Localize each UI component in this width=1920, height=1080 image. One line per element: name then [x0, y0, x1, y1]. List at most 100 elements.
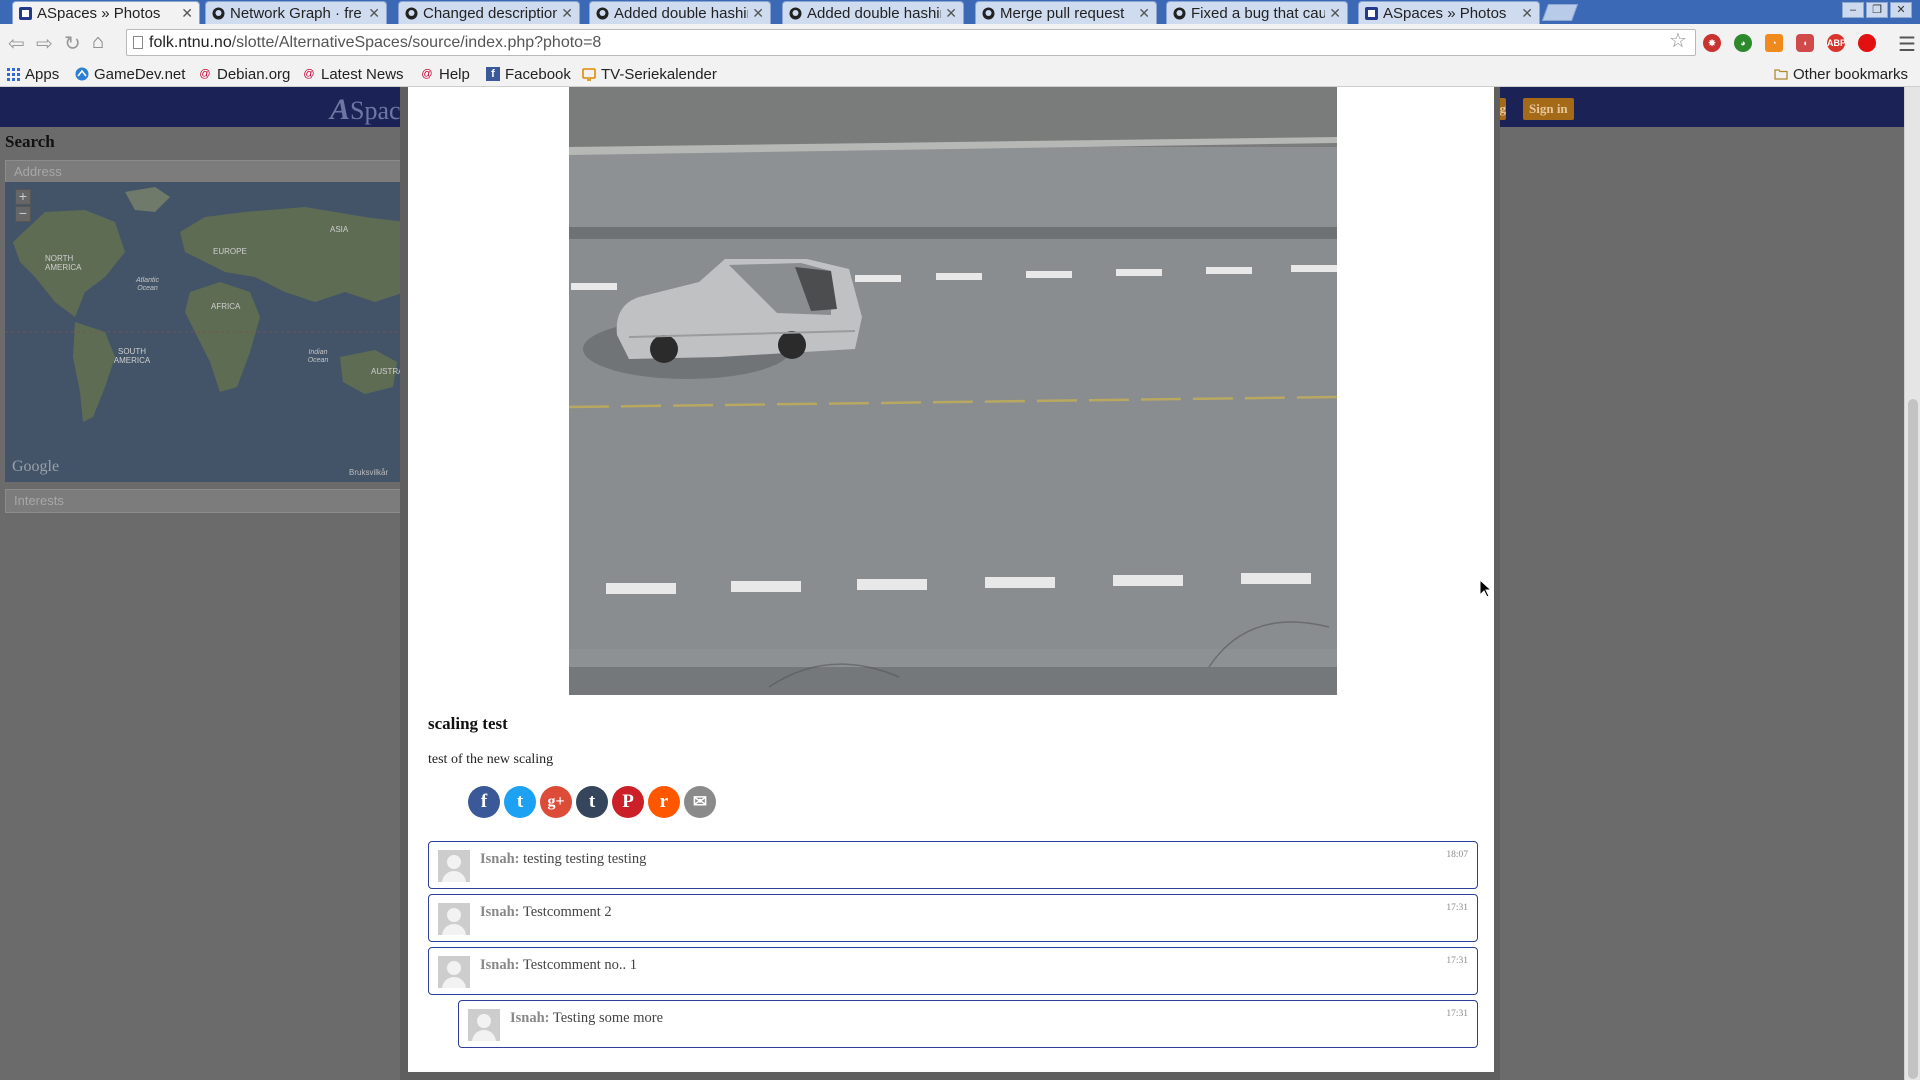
zoom-in-button[interactable]: + [15, 189, 31, 205]
close-icon[interactable]: ✕ [1329, 5, 1341, 22]
restore-window-button[interactable]: ❐ [1866, 2, 1888, 18]
facebook-share-icon[interactable]: f [468, 786, 500, 818]
tab-title: Added double hashir [614, 4, 749, 22]
bookmark-label: Help [439, 65, 470, 83]
bookmark-gamedev[interactable]: GameDev.net [75, 64, 185, 84]
bookmark-latest-news[interactable]: @ Latest News [302, 64, 403, 84]
tab-title: ASpaces » Photos [37, 4, 161, 22]
bookmark-debian[interactable]: @ Debian.org [198, 64, 290, 84]
tumblr-share-icon[interactable]: t [576, 786, 608, 818]
tab-network-graph[interactable]: Network Graph · fre ✕ [205, 1, 387, 24]
tv-icon [582, 67, 596, 81]
scrollbar-thumb[interactable] [1908, 399, 1918, 1079]
tab-aspaces-photos-2[interactable]: ASpaces » Photos ✕ [1358, 1, 1540, 24]
web-page: ASpac g Sign in Search Address NORTH AME… [0, 87, 1920, 1080]
pinterest-share-icon[interactable]: P [612, 786, 644, 818]
search-heading: Search [5, 132, 55, 151]
bookmark-tv-seriekalender[interactable]: TV-Seriekalender [582, 64, 717, 84]
red-dot-icon[interactable] [1858, 34, 1876, 52]
folder-icon [1774, 67, 1788, 81]
github-icon [596, 7, 609, 20]
forward-arrow-icon[interactable]: ⇨ [36, 31, 53, 56]
map-label-north-america: NORTH AMERICA [45, 254, 82, 272]
rss-icon[interactable]: ◔ [1765, 34, 1783, 52]
minimize-window-button[interactable]: – [1842, 2, 1864, 18]
comment-author[interactable]: Isnah: [480, 904, 520, 920]
bookmark-facebook[interactable]: f Facebook [486, 64, 571, 84]
reddit-share-icon[interactable]: r [648, 786, 680, 818]
home-icon[interactable]: ⌂ [92, 31, 104, 54]
tab-title: Merge pull request [1000, 4, 1125, 22]
gear-extension-icon[interactable]: ✸ [1703, 34, 1721, 52]
close-icon[interactable]: ✕ [945, 5, 957, 22]
comment-author[interactable]: Isnah: [480, 957, 520, 973]
photo-title: scaling test [428, 714, 508, 733]
avatar [438, 850, 470, 882]
back-arrow-icon[interactable]: ⇦ [8, 31, 25, 56]
tab-aspaces-photos[interactable]: ASpaces » Photos ✕ [12, 1, 200, 24]
logo-initial: A [330, 93, 351, 126]
bookmark-help[interactable]: @ Help [420, 64, 470, 84]
hamburger-menu-icon[interactable]: ☰ [1898, 32, 1916, 57]
map-label-europe: EUROPE [213, 247, 247, 256]
gamedev-icon [75, 67, 89, 81]
tab-merge-pull-request[interactable]: Merge pull request ✕ [975, 1, 1157, 24]
comment-text: Testing some more [552, 1010, 664, 1026]
url-host: folk.ntnu.no [149, 34, 232, 51]
browser-toolbar: ⇦ ⇨ ↻ ⌂ folk.ntnu.no/slotte/AlternativeS… [0, 24, 1920, 62]
comment-body: Isnah: Testcomment no.. 1 [480, 957, 637, 974]
site-logo[interactable]: ASpac [330, 93, 401, 127]
close-icon[interactable]: ✕ [181, 5, 193, 22]
comment-text: Testcomment 2 [522, 904, 612, 920]
close-icon[interactable]: ✕ [1138, 5, 1150, 22]
debian-icon: @ [303, 68, 315, 80]
other-bookmarks[interactable]: Other bookmarks [1774, 64, 1908, 84]
tab-added-double-hashing-2[interactable]: Added double hashir ✕ [782, 1, 964, 24]
tab-title: Network Graph · fre [230, 4, 362, 22]
comment-author[interactable]: Isnah: [480, 851, 520, 867]
google-plus-share-icon[interactable]: g+ [540, 786, 572, 818]
facebook-icon: f [486, 67, 500, 81]
bookmark-star-icon[interactable]: ☆ [1669, 28, 1687, 53]
comment-time: 17:31 [1446, 956, 1468, 966]
tab-title: Fixed a bug that caus [1191, 4, 1326, 22]
page-scrollbar[interactable] [1904, 87, 1920, 1080]
sign-in-button[interactable]: Sign in [1523, 98, 1574, 120]
close-icon[interactable]: ✕ [561, 5, 573, 22]
tab-added-double-hashing-1[interactable]: Added double hashir ✕ [589, 1, 771, 24]
close-icon[interactable]: ✕ [368, 5, 380, 22]
reload-icon[interactable]: ↻ [64, 31, 81, 56]
tab-title: Changed description [423, 4, 558, 22]
new-tab-button[interactable] [1541, 4, 1579, 21]
map-terms-link[interactable]: Bruksvilkår [349, 468, 388, 477]
interests-input[interactable]: Interests [5, 489, 407, 513]
other-bookmarks-label: Other bookmarks [1793, 65, 1909, 83]
green-extension-icon[interactable]: ◕ [1734, 34, 1752, 52]
github-icon [1173, 7, 1186, 20]
world-map[interactable]: NORTH AMERICA EUROPE ASIA AFRICA SOUTH A… [5, 182, 407, 482]
adblock-plus-icon[interactable]: ABP [1827, 34, 1846, 52]
pocket-icon[interactable]: ◖ [1796, 34, 1814, 52]
tab-changed-description[interactable]: Changed description ✕ [398, 1, 580, 24]
debian-icon: @ [199, 68, 211, 80]
bookmarks-bar: Apps GameDev.net @ Debian.org @ Latest N… [0, 62, 1920, 87]
tab-title: Added double hashir [807, 4, 942, 22]
map-label-africa: AFRICA [211, 302, 241, 311]
tab-fixed-a-bug[interactable]: Fixed a bug that caus ✕ [1166, 1, 1348, 24]
address-bar[interactable]: folk.ntnu.no/slotte/AlternativeSpaces/so… [126, 29, 1696, 56]
address-input[interactable]: Address [5, 160, 407, 184]
twitter-share-icon[interactable]: t [504, 786, 536, 818]
url-path: /slotte/AlternativeSpaces/source/index.p… [231, 34, 602, 51]
photo-modal-content: scaling test test of the new scaling f t… [408, 87, 1494, 1072]
close-icon[interactable]: ✕ [752, 5, 764, 22]
comment-text: Testcomment no.. 1 [522, 957, 638, 973]
close-icon[interactable]: ✕ [1521, 5, 1533, 22]
email-share-icon[interactable]: ✉ [684, 786, 716, 818]
bookmark-label: GameDev.net [94, 65, 186, 83]
close-window-button[interactable]: ✕ [1890, 2, 1912, 18]
zoom-out-button[interactable]: − [15, 206, 31, 222]
bookmark-apps[interactable]: Apps [6, 64, 59, 84]
comment-author[interactable]: Isnah: [510, 1010, 550, 1026]
comment-text: testing testing testing [523, 851, 647, 867]
github-icon [405, 7, 418, 20]
